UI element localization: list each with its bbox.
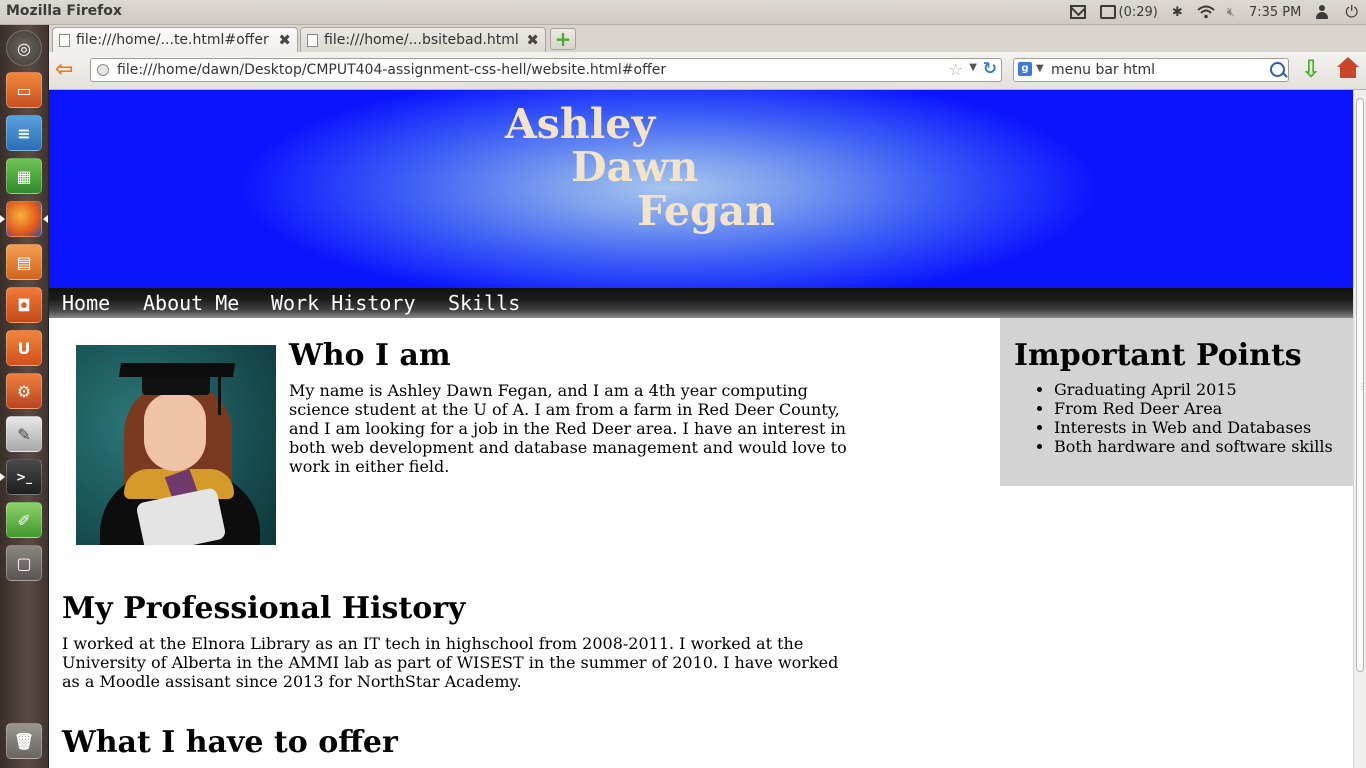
navigation-toolbar: ⇦ file:///home/dawn/Desktop/CMPUT404-ass… — [49, 52, 1366, 90]
close-icon[interactable]: ✖ — [278, 31, 291, 49]
professional-history-heading: My Professional History — [62, 591, 466, 626]
launcher: ◎ ▭ ≡ ▦ ▤ ◘ U ⚙ ✎ >_ ✐ ▢ 🗑︎ — [0, 25, 49, 768]
banner-first-name: Ashley — [505, 100, 656, 148]
profile-photo — [76, 345, 276, 545]
professional-history-text: I worked at the Elnora Library as an IT … — [62, 634, 839, 691]
list-item: Interests in Web and Databases — [1054, 418, 1333, 437]
spreadsheet-icon: ▦ — [16, 166, 32, 186]
folder-icon: ▭ — [16, 80, 32, 100]
menu-item-work-history[interactable]: Work History — [271, 291, 416, 315]
pencil-icon: ✎ — [17, 424, 31, 444]
presentation-icon: ▤ — [16, 252, 32, 272]
google-icon[interactable]: g — [1018, 62, 1032, 76]
important-points-box: Important Points Graduating April 2015 F… — [1000, 318, 1353, 486]
page-scrollbar[interactable]: ⋮ — [1353, 90, 1366, 768]
calc-button[interactable]: ▦ — [6, 158, 42, 194]
list-item: Graduating April 2015 — [1054, 380, 1333, 399]
app-title: Mozilla Firefox — [6, 3, 122, 19]
ubuntu-logo-icon: ◎ — [17, 38, 31, 58]
site-identity-icon[interactable] — [97, 64, 109, 76]
page-icon — [307, 33, 318, 47]
menu-item-about-me[interactable]: About Me — [143, 291, 239, 315]
draw-button[interactable]: ✐ — [6, 502, 42, 538]
dash-home-button[interactable]: ◎ — [6, 30, 42, 66]
tab-websitebad[interactable]: file:///home/...bsitebad.html ✖ — [300, 27, 546, 52]
list-item: Both hardware and software skills — [1054, 437, 1333, 456]
software-center-button[interactable]: ◘ — [6, 287, 42, 323]
tab-label: file:///home/...te.html#offer — [76, 32, 269, 48]
back-button[interactable]: ⇦ — [55, 59, 79, 81]
url-text[interactable]: file:///home/dawn/Desktop/CMPUT404-assig… — [117, 62, 666, 78]
history-dropdown-icon[interactable]: ▼ — [969, 62, 977, 73]
list-item: From Red Deer Area — [1054, 399, 1333, 418]
banner-middle-name: Dawn — [571, 143, 699, 191]
shopping-bag-icon: ◘ — [17, 295, 31, 315]
tab-strip: file:///home/...te.html#offer ✖ file:///… — [49, 25, 1366, 52]
running-indicator — [0, 473, 5, 481]
trash-icon: 🗑︎ — [13, 731, 35, 751]
page-icon — [59, 33, 70, 47]
mail-icon[interactable] — [1069, 5, 1086, 19]
search-input[interactable]: menu bar html — [1051, 62, 1155, 78]
terminal-icon: >_ — [15, 470, 33, 484]
workspace-icon: ▢ — [16, 553, 32, 573]
new-tab-button[interactable]: + — [550, 28, 576, 50]
system-settings-button[interactable]: ⚙ — [6, 373, 42, 409]
menu-item-home[interactable]: Home — [62, 291, 110, 315]
downloads-button[interactable]: ⇩ — [1301, 57, 1321, 81]
document-icon: ≡ — [17, 123, 31, 143]
trash-button[interactable]: 🗑︎ — [6, 723, 42, 759]
menu-item-skills[interactable]: Skills — [448, 291, 520, 315]
plus-icon: + — [554, 27, 572, 51]
site-menu-bar: Home About Me Work History Skills — [49, 288, 1353, 318]
important-points-list: Graduating April 2015 From Red Deer Area… — [1014, 380, 1333, 456]
search-icon[interactable] — [1270, 62, 1285, 77]
system-tray: (0:29) ✱ 🔇︎ 7:35 PM ⏻ — [1069, 0, 1358, 24]
workspaces-button[interactable]: ▢ — [6, 545, 42, 581]
who-i-am-heading: Who I am — [289, 338, 451, 373]
banner-last-name: Fegan — [637, 187, 775, 235]
page-banner: Ashley Dawn Fegan — [49, 90, 1353, 288]
search-bar[interactable]: g ▼ menu bar html — [1013, 58, 1289, 82]
important-points-heading: Important Points — [1014, 338, 1302, 373]
volume-muted-icon[interactable]: 🔇︎ — [1227, 5, 1235, 20]
firefox-button[interactable] — [6, 201, 42, 237]
tab-label: file:///home/...bsitebad.html — [324, 32, 519, 48]
home-button[interactable] — [1337, 57, 1359, 81]
firefox-icon — [7, 202, 41, 236]
writer-button[interactable]: ≡ — [6, 115, 42, 151]
wifi-icon[interactable] — [1197, 5, 1215, 19]
running-indicator — [0, 215, 5, 223]
battery-time: (0:29) — [1118, 4, 1158, 20]
top-panel: Mozilla Firefox (0:29) ✱ 🔇︎ 7:35 PM ⏻ — [0, 0, 1366, 25]
engine-dropdown-icon[interactable]: ▼ — [1036, 63, 1044, 74]
scrollbar-grip: ⋮ — [1358, 382, 1366, 391]
settings-icon: ⚙ — [16, 381, 32, 401]
ubuntu-one-button[interactable]: U — [6, 330, 42, 366]
text-editor-button[interactable]: ✎ — [6, 416, 42, 452]
reload-icon[interactable]: ↻ — [983, 59, 997, 79]
close-icon[interactable]: ✖ — [526, 31, 539, 49]
offer-heading: What I have to offer — [62, 725, 398, 760]
clock[interactable]: 7:35 PM — [1249, 5, 1301, 20]
bluetooth-icon[interactable]: ✱ — [1172, 5, 1183, 20]
page-viewport: Ashley Dawn Fegan Home About Me Work His… — [49, 90, 1353, 768]
url-bar[interactable]: file:///home/dawn/Desktop/CMPUT404-assig… — [90, 58, 1002, 82]
ubuntu-one-icon: U — [17, 338, 31, 358]
bookmark-star-icon[interactable]: ☆ — [949, 60, 963, 79]
who-i-am-text: My name is Ashley Dawn Fegan, and I am a… — [289, 381, 847, 476]
battery-indicator[interactable]: (0:29) — [1099, 4, 1158, 20]
active-indicator — [43, 215, 48, 223]
power-icon[interactable]: ⏻ — [1345, 2, 1358, 22]
files-button[interactable]: ▭ — [6, 72, 42, 108]
user-icon[interactable] — [1315, 5, 1331, 19]
tab-website[interactable]: file:///home/...te.html#offer ✖ — [52, 27, 298, 52]
impress-button[interactable]: ▤ — [6, 244, 42, 280]
battery-icon — [1099, 5, 1116, 19]
terminal-button[interactable]: >_ — [6, 459, 42, 495]
draw-icon: ✐ — [17, 510, 31, 530]
